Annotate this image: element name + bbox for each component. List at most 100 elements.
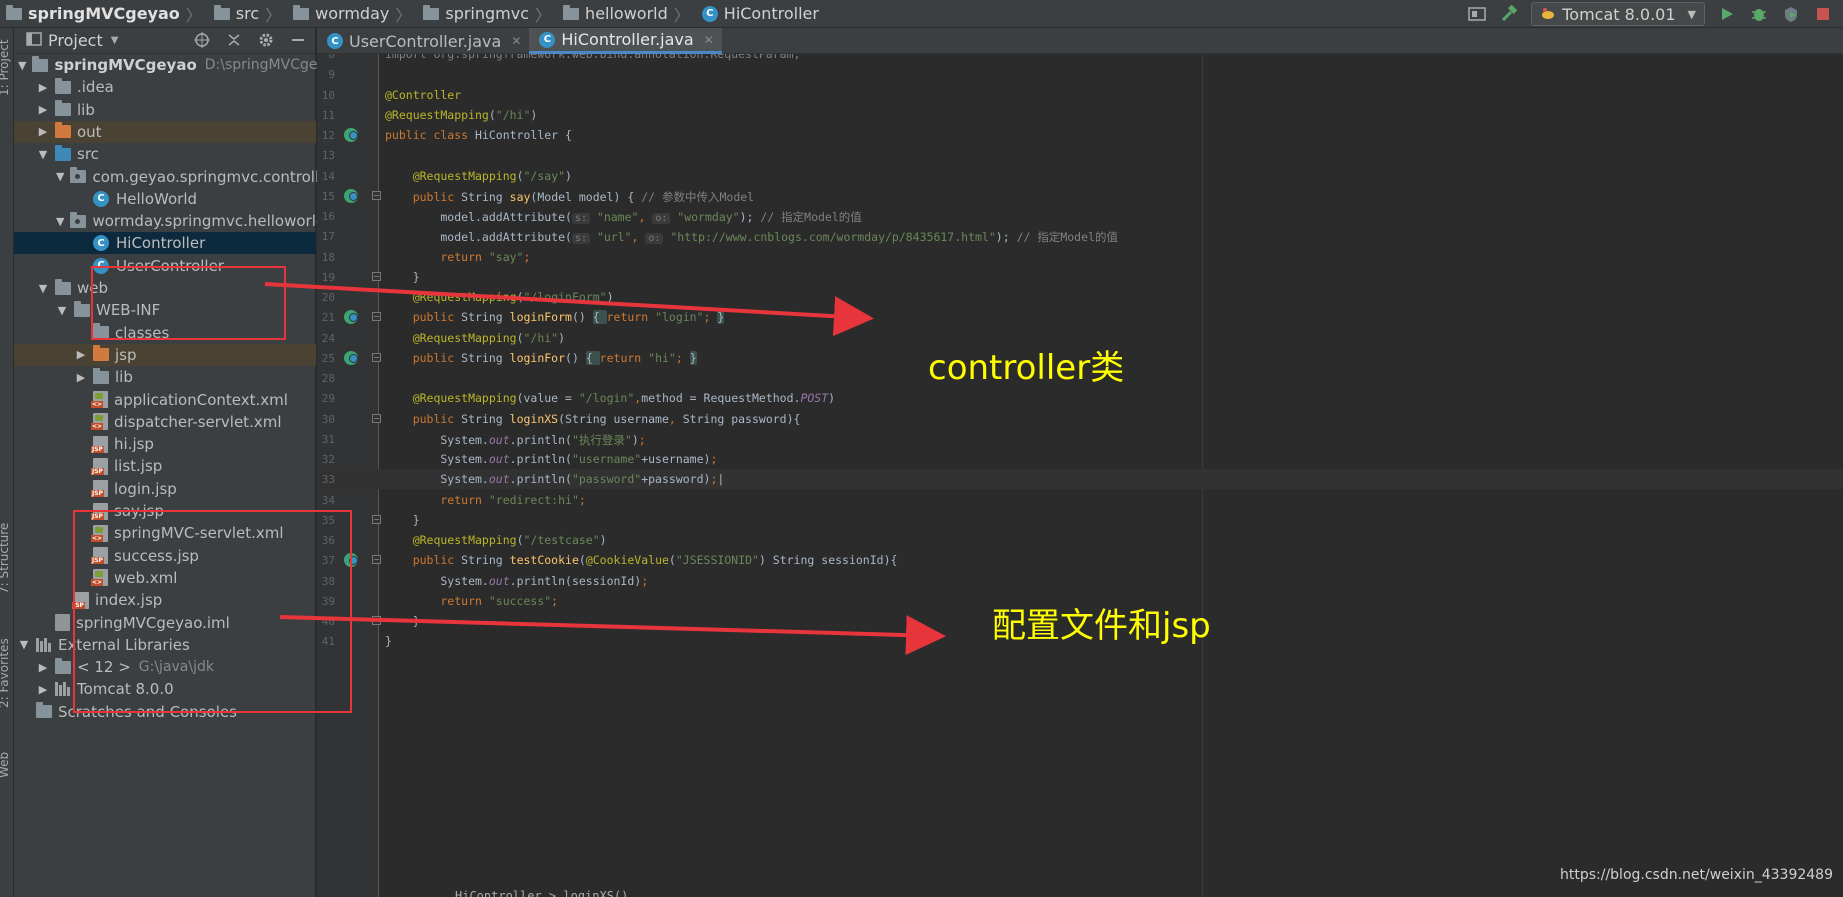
spring-bean-gutter-icon[interactable] bbox=[344, 188, 358, 203]
project-structure-icon[interactable] bbox=[1467, 4, 1487, 24]
code-line[interactable]: 36 @RequestMapping("/testcase") bbox=[317, 530, 1843, 550]
web-tool-tab[interactable]: Web bbox=[0, 752, 11, 778]
expand-right-icon[interactable]: ▶ bbox=[75, 371, 87, 384]
tree-item[interactable]: ▼ com.geyao.springmvc.controller bbox=[14, 166, 335, 188]
fold-marker-icon[interactable]: − bbox=[372, 555, 381, 565]
tree-item[interactable]: ▼ wormday.springmvc.helloworld bbox=[14, 210, 325, 232]
fold-marker-icon[interactable]: − bbox=[372, 413, 381, 423]
code-line[interactable]: 15 − public String say(Model model) { // … bbox=[317, 186, 1843, 206]
code-line[interactable]: 19 − } bbox=[317, 267, 1843, 287]
chevron-down-icon[interactable]: ▼ bbox=[111, 35, 119, 46]
expand-down-icon[interactable]: ▼ bbox=[37, 148, 49, 161]
code-line[interactable]: 31 System.out.println("执行登录"); bbox=[317, 429, 1843, 449]
tree-item[interactable]: ▼ src bbox=[14, 143, 316, 165]
structure-tool-tab[interactable]: 7: Structure bbox=[0, 523, 11, 594]
tree-item[interactable]: JSP list.jsp bbox=[14, 455, 316, 477]
locate-file-icon[interactable] bbox=[193, 31, 211, 49]
project-tool-tab[interactable]: 1: Project bbox=[0, 39, 11, 96]
expand-down-icon[interactable]: ▼ bbox=[37, 282, 49, 295]
breadcrumb-item[interactable]: src 〉 bbox=[208, 0, 287, 28]
fold-marker-icon[interactable]: − bbox=[372, 271, 381, 281]
fold-marker-icon[interactable]: − bbox=[372, 514, 381, 524]
tree-item[interactable]: ▶ .idea bbox=[14, 76, 316, 98]
collapse-all-icon[interactable] bbox=[225, 31, 243, 49]
spring-bean-gutter-icon[interactable] bbox=[344, 128, 358, 142]
line-number: 34 bbox=[321, 493, 335, 507]
run-configuration-select[interactable]: Tomcat 8.0.01 ▼ bbox=[1531, 2, 1705, 26]
close-icon[interactable]: ✕ bbox=[511, 34, 521, 48]
tree-item[interactable]: ▶ out bbox=[14, 120, 316, 143]
tree-item[interactable]: <> dispatcher-servlet.xml bbox=[14, 411, 316, 433]
fold-marker-icon[interactable]: − bbox=[372, 616, 381, 625]
build-hammer-icon[interactable] bbox=[1499, 4, 1519, 24]
expand-right-icon[interactable]: ▶ bbox=[37, 661, 49, 674]
coverage-icon[interactable] bbox=[1781, 4, 1801, 24]
favorites-tool-tab[interactable]: 2: Favorites bbox=[0, 638, 11, 708]
expand-down-icon[interactable]: ▼ bbox=[56, 215, 64, 228]
expand-right-icon[interactable]: ▶ bbox=[37, 683, 49, 696]
spring-bean-gutter-icon[interactable] bbox=[344, 350, 358, 365]
tree-item[interactable]: C HiController bbox=[14, 232, 316, 255]
code-line[interactable]: 16 model.addAttribute(s: "name", o: "wor… bbox=[317, 206, 1843, 226]
code-line[interactable]: 29 @RequestMapping(value = "/login",meth… bbox=[317, 388, 1843, 408]
editor-tab[interactable]: C HiController.java ✕ bbox=[529, 28, 722, 54]
expand-right-icon[interactable]: ▶ bbox=[37, 103, 49, 116]
tool-window-stripe: 1: Project 7: Structure 2: Favorites Web bbox=[0, 28, 14, 897]
expand-right-icon[interactable]: ▶ bbox=[37, 81, 49, 94]
code-line[interactable]: 34 return "redirect:hi"; bbox=[317, 490, 1843, 510]
fold-marker-icon[interactable]: − bbox=[372, 312, 381, 322]
tree-item[interactable]: <> applicationContext.xml bbox=[14, 389, 316, 411]
code-line[interactable]: 14 @RequestMapping("/say") bbox=[317, 166, 1843, 186]
tree-item[interactable]: C HelloWorld bbox=[14, 188, 316, 210]
code-line[interactable]: 30 − public String loginXS(String usernam… bbox=[317, 409, 1843, 429]
breadcrumb-item[interactable]: wormday 〉 bbox=[287, 0, 417, 28]
code-line[interactable]: 13 bbox=[317, 145, 1843, 165]
code-line[interactable]: 33 System.out.println("password"+passwor… bbox=[317, 469, 1843, 490]
code-line[interactable]: 17 model.addAttribute(s: "url", o: "http… bbox=[317, 226, 1843, 246]
code-line[interactable]: 21 − public String loginForm() { return "… bbox=[317, 307, 1843, 327]
run-config-label: Tomcat 8.0.01 bbox=[1562, 4, 1676, 24]
tree-item[interactable]: JSP login.jsp bbox=[14, 478, 316, 500]
breadcrumb-label: springMVCgeyao bbox=[28, 4, 180, 23]
breadcrumb-item[interactable]: springMVCgeyao 〉 bbox=[0, 0, 208, 28]
expand-down-icon[interactable]: ▼ bbox=[56, 304, 68, 317]
code-line[interactable]: 20 @RequestMapping("/loginForm") bbox=[317, 287, 1843, 307]
expand-down-icon[interactable]: ▼ bbox=[18, 59, 26, 72]
code-line[interactable]: 12 public class HiController { bbox=[317, 125, 1843, 145]
gear-icon[interactable] bbox=[257, 31, 275, 49]
code-line[interactable]: 32 System.out.println("username"+usernam… bbox=[317, 449, 1843, 469]
expand-right-icon[interactable]: ▶ bbox=[37, 125, 49, 138]
code-line[interactable]: 8 import org.springframework.web.bind.ann… bbox=[317, 54, 1843, 64]
fold-marker-icon[interactable]: − bbox=[372, 190, 381, 200]
tree-item[interactable]: ▼ springMVCgeyao D:\springMVCgeyao bbox=[14, 54, 343, 76]
code-line[interactable]: 11 @RequestMapping("/hi") bbox=[317, 105, 1843, 125]
breadcrumb-item[interactable]: C HiController bbox=[696, 0, 825, 28]
code-line[interactable]: 18 return "say"; bbox=[317, 247, 1843, 267]
stop-icon[interactable] bbox=[1813, 4, 1833, 24]
expand-down-icon[interactable]: ▼ bbox=[56, 170, 64, 183]
spring-bean-gutter-icon[interactable] bbox=[344, 310, 358, 325]
project-panel: Project ▼ ▼ springMVCgeyao D:\springMVCgey… bbox=[14, 28, 343, 897]
code-line[interactable]: 9 bbox=[317, 64, 1843, 84]
editor-tab[interactable]: C UserController.java ✕ bbox=[317, 28, 529, 54]
tree-item[interactable]: ▶ jsp bbox=[14, 343, 316, 366]
tree-item[interactable]: ▶ lib bbox=[14, 99, 316, 121]
code-line[interactable]: 38 System.out.println(sessionId); bbox=[317, 571, 1843, 591]
expand-right-icon[interactable]: ▶ bbox=[75, 348, 87, 361]
minimize-icon[interactable] bbox=[289, 31, 307, 49]
project-panel-title[interactable]: Project bbox=[48, 31, 103, 50]
breadcrumb-item[interactable]: springmvc 〉 bbox=[417, 0, 557, 28]
run-icon[interactable] bbox=[1717, 4, 1737, 24]
tree-item[interactable]: ▶ lib bbox=[14, 366, 316, 388]
fold-marker-icon[interactable]: − bbox=[372, 352, 381, 362]
code-line[interactable]: 37− public String testCookie(@CookieValu… bbox=[317, 550, 1843, 570]
breadcrumb-item[interactable]: helloworld 〉 bbox=[557, 0, 696, 28]
tree-item[interactable]: JSP hi.jsp bbox=[14, 433, 316, 455]
debug-icon[interactable] bbox=[1749, 4, 1769, 24]
close-icon[interactable]: ✕ bbox=[704, 33, 714, 47]
code-editor[interactable]: 8 import org.springframework.web.bind.ann… bbox=[317, 54, 1843, 897]
expand-down-icon[interactable]: ▼ bbox=[18, 638, 30, 651]
code-line[interactable]: 35− } bbox=[317, 510, 1843, 530]
code-line[interactable]: 10 @Controller bbox=[317, 85, 1843, 105]
code-token: "success" bbox=[488, 593, 552, 608]
